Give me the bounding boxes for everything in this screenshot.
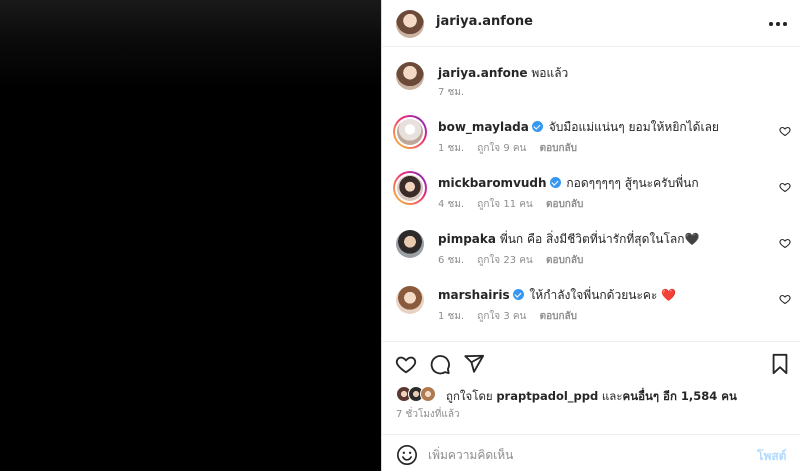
likes-summary: ถูกใจโดย praptpadol_ppd และคนอื่นๆ อีก 1… [396, 386, 796, 404]
comment-likes[interactable]: ถูกใจ 3 คน [477, 311, 526, 322]
liker-username[interactable]: praptpadol_ppd [496, 389, 598, 403]
add-comment-bar: โพสต์ [382, 434, 800, 471]
heart-icon[interactable] [779, 293, 791, 305]
comment-time: 1 ชม. [438, 311, 465, 322]
comment-username[interactable]: bow_maylada [438, 120, 529, 134]
comment-emoji: 🖤 [684, 232, 700, 246]
emoji-smile-icon[interactable] [396, 444, 418, 466]
comment-text: จับมือแม่แน่นๆ ยอมให้หยิกได้เลย [548, 120, 719, 134]
reply-button[interactable]: ตอบกลับ [546, 199, 583, 210]
comment-emoji: ❤️ [661, 288, 677, 302]
avatar-story-ring[interactable] [393, 115, 427, 149]
post-author-username[interactable]: jariya.anfone [436, 14, 533, 29]
comment-time: 6 ชม. [438, 255, 465, 266]
comment-username[interactable]: pimpaka [438, 232, 496, 246]
post-media-area[interactable] [0, 0, 381, 471]
heart-icon[interactable] [779, 125, 791, 137]
reply-button[interactable]: ตอบกลับ [540, 311, 577, 322]
comment-text: พี่นก คือ สิ่งมีชีวิตที่น่ารักที่สุดในโล… [499, 232, 685, 246]
avatar [420, 386, 436, 402]
list-item: pimpaka พี่นก คือ สิ่งมีชีวิตที่น่ารักที… [382, 216, 800, 272]
heart-icon[interactable] [395, 353, 417, 375]
reply-button[interactable]: ตอบกลับ [540, 143, 577, 154]
comment-time: 4 ชม. [438, 199, 465, 210]
heart-icon[interactable] [779, 237, 791, 249]
avatar [397, 119, 423, 145]
caption-text: พอแล้ว [531, 66, 569, 80]
avatar[interactable] [396, 10, 424, 38]
comment-time: 1 ชม. [438, 143, 465, 154]
post-time-ago[interactable]: 7 ชั่วโมงที่แล้ว [396, 407, 460, 422]
likes-text: ถูกใจโดย praptpadol_ppd และคนอื่นๆ อีก 1… [446, 389, 737, 403]
comment-bubble-icon[interactable] [429, 353, 451, 375]
post-caption: jariya.anfone พอแล้ว 7 ชม. [382, 48, 800, 104]
caption-username[interactable]: jariya.anfone [438, 66, 528, 80]
avatar[interactable] [396, 62, 424, 90]
comment-likes[interactable]: ถูกใจ 11 คน [477, 199, 532, 210]
paper-plane-icon[interactable] [463, 353, 485, 375]
avatar[interactable] [396, 286, 424, 314]
avatar-story-ring[interactable] [393, 171, 427, 205]
more-horizontal-icon[interactable] [768, 14, 788, 34]
post-header: jariya.anfone [382, 0, 800, 47]
caption-time: 7 ชม. [438, 87, 465, 98]
list-item: marshairis ให้กำลังใจพี่นกด้วยนะคะ ❤️ 1 … [382, 272, 800, 328]
comment-likes[interactable]: ถูกใจ 9 คน [477, 143, 526, 154]
post-detail-panel: jariya.anfone jariya.anfone พอแล้ว 7 ชม.… [381, 0, 800, 471]
verified-badge-icon [512, 289, 524, 300]
comment-username[interactable]: marshairis [438, 288, 510, 302]
list-item: bow_maylada จับมือแม่แน่นๆ ยอมให้หยิกได้… [382, 104, 800, 160]
post-actions-section: ถูกใจโดย praptpadol_ppd และคนอื่นๆ อีก 1… [382, 341, 800, 471]
verified-badge-icon [549, 177, 561, 188]
reply-button[interactable]: ตอบกลับ [546, 255, 583, 266]
comment-input[interactable] [428, 444, 738, 466]
avatar [397, 175, 423, 201]
list-item: mickbaromvudh กอดๆๆๆๆๆ สู้ๆนะครับพี่นก 4… [382, 160, 800, 216]
comment-username[interactable]: mickbaromvudh [438, 176, 547, 190]
avatar[interactable] [396, 230, 424, 258]
comment-text: ให้กำลังใจพี่นกด้วยนะคะ [529, 288, 658, 302]
heart-icon[interactable] [779, 181, 791, 193]
post-comment-button[interactable]: โพสต์ [757, 447, 786, 466]
comment-likes[interactable]: ถูกใจ 23 คน [477, 255, 532, 266]
others-likes-link[interactable]: คนอื่นๆ อีก 1,584 คน [623, 389, 737, 403]
bookmark-icon[interactable] [769, 353, 791, 375]
comment-text: กอดๆๆๆๆๆ สู้ๆนะครับพี่นก [566, 176, 699, 190]
verified-badge-icon [531, 121, 543, 132]
